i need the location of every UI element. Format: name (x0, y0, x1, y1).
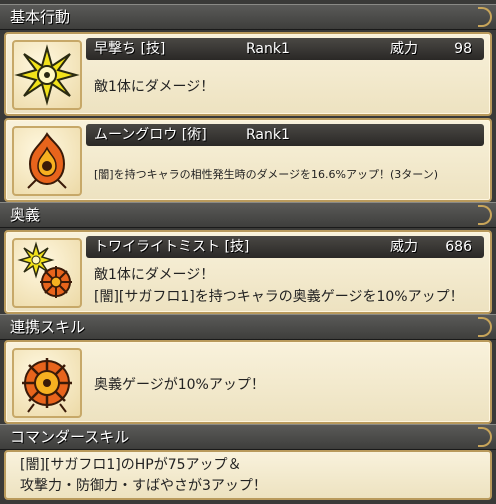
section-header-ougi: 奥義 (0, 202, 496, 228)
burst-star-icon (12, 40, 82, 110)
commander-skill-card[interactable]: [闇][サガフロ1]のHPが75アップ＆ 攻撃力・防御力・すばやさが3アップ！ (4, 450, 492, 500)
section-header-renkei: 連携スキル (0, 314, 496, 340)
section-title-basic: 基本行動 (10, 8, 71, 26)
power-value: 98 (454, 41, 472, 57)
scroll-curl-icon (478, 427, 492, 447)
section-title-ougi: 奥義 (10, 206, 41, 224)
ougi-description-line1: 敵1体にダメージ！ (94, 267, 215, 283)
scroll-curl-icon (478, 205, 492, 225)
section-title-commander: コマンダースキル (10, 428, 130, 446)
skill-description: 敵1体にダメージ！ (94, 79, 215, 95)
skill-rank: Rank1 (246, 127, 290, 143)
section-title-renkei: 連携スキル (10, 318, 86, 336)
dark-flame-icon (12, 126, 82, 196)
ougi-description-line2: [闇][サガフロ1]を持つキャラの奥義ゲージを10%アップ！ (94, 289, 464, 305)
skill-card-hayauchi[interactable]: 早撃ち [技] Rank1 威力 98 敵1体にダメージ！ (4, 32, 492, 116)
commander-description-line2: 攻撃力・防御力・すばやさが3アップ！ (20, 478, 267, 494)
skill-name: ムーングロウ [術] (94, 127, 207, 143)
ougi-card-twilight-mist[interactable]: トワイライトミスト [技] 威力 686 敵1体にダメージ！ [闇][サガフロ1… (4, 230, 492, 314)
section-header-commander: コマンダースキル (0, 424, 496, 450)
skill-name: 早撃ち [技] (94, 41, 166, 57)
scroll-curl-icon (478, 317, 492, 337)
ougi-name: トワイライトミスト [技] (94, 239, 250, 255)
power-label: 威力 (390, 239, 418, 255)
renkei-description: 奥義ゲージが10%アップ！ (94, 377, 265, 393)
skill-title-bar: 早撃ち [技] Rank1 威力 98 (86, 38, 484, 60)
section-header-basic: 基本行動 (0, 4, 496, 30)
skill-rank: Rank1 (246, 41, 290, 57)
skill-description: [闇]を持つキャラの相性発生時のダメージを16.6%アップ！(3ターン) (94, 168, 439, 181)
scroll-curl-icon (478, 7, 492, 27)
renkei-card[interactable]: 奥義ゲージが10%アップ！ (4, 340, 492, 424)
skill-title-bar: トワイライトミスト [技] 威力 686 (86, 236, 484, 258)
skill-card-moonglow[interactable]: ムーングロウ [術] Rank1 [闇]を持つキャラの相性発生時のダメージを16… (4, 118, 492, 202)
burst-and-sun-icon (12, 238, 82, 308)
power-label: 威力 (390, 41, 418, 57)
sun-emblem-icon (12, 348, 82, 418)
power-value: 686 (445, 239, 472, 255)
commander-description-line1: [闇][サガフロ1]のHPが75アップ＆ (20, 457, 242, 473)
skill-title-bar: ムーングロウ [術] Rank1 (86, 124, 484, 146)
